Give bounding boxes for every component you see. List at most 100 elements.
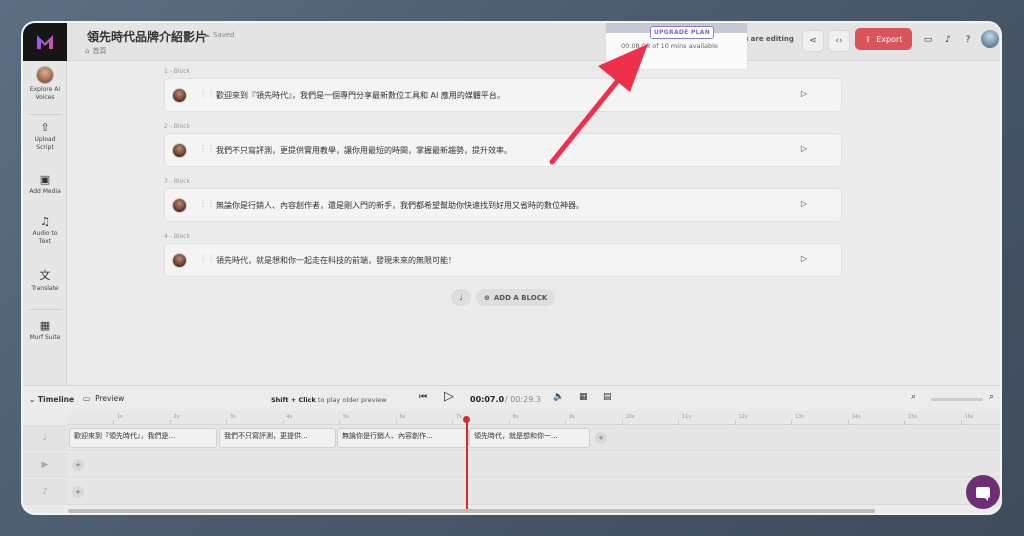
speaker-avatar[interactable] (172, 88, 187, 103)
murf-logo[interactable] (23, 23, 67, 61)
suite-icon: ▦ (39, 319, 51, 332)
export-button[interactable]: ⇪ Export (855, 28, 912, 50)
timeline-scrollbar[interactable] (68, 509, 875, 513)
shift-click-hint: Shift + Click to play older preview (271, 396, 387, 404)
sidebar-item-label: Upload Script (34, 136, 56, 151)
block-label: 3 - Block (164, 178, 191, 185)
block-text[interactable]: 歡迎來到『領先時代』，我們是一個專門分享最新數位工具和 AI 應用的媒體平台。 (216, 90, 505, 101)
preview-button[interactable]: ▭ Preview (83, 394, 124, 403)
play-icon[interactable]: ▷ (801, 89, 807, 98)
upgrade-plan-button[interactable]: UPGRADE PLAN (650, 26, 714, 39)
sidebar-item-label: Audio to Text (32, 230, 58, 245)
zoom-in-icon[interactable]: ⌕ (989, 392, 994, 402)
sidebar-item-translate[interactable]: 文 Translate (23, 267, 67, 293)
speaker-avatar[interactable] (172, 253, 187, 268)
block-text[interactable]: 無論你是行銷人、內容創作者，還是剛入門的新手，我們都希望幫助你快速找到好用又省時… (216, 200, 584, 211)
code-icon: ‹› (835, 36, 843, 46)
export-label: Export (876, 34, 903, 44)
timeline-ruler[interactable]: 1s 2s 3s 4s 5s 6s 7s 8s 9s 10s 11s 12s 13s 14s 15s 16s (67, 411, 1000, 425)
breadcrumb[interactable]: ⌂ 首頁 (85, 46, 106, 56)
add-clip-icon[interactable]: + (595, 432, 607, 444)
shift-hint-rest: to play older preview (315, 396, 387, 404)
script-block[interactable]: ⋮⋮ 我們不只寫評測，更提供實用教學，讓你用最短的時間，掌握最新趨勢，提升效率。… (164, 133, 842, 167)
zoom-out-icon[interactable]: ⌕ (911, 392, 916, 402)
sidebar-item-label: Translate (31, 285, 59, 292)
current-time: 00:07.0 (470, 395, 505, 404)
add-music-icon[interactable]: + (72, 486, 84, 498)
sidebar-item-upload-script[interactable]: ⇧ Upload Script (23, 121, 67, 152)
ruler-tick-label: 3s (230, 414, 236, 420)
comment-button[interactable]: ▭ (921, 33, 935, 47)
skip-back-icon[interactable]: ⏮ (419, 392, 427, 402)
shift-hint-bold: Shift + Click (271, 396, 316, 404)
block-label: 4 - Block (164, 233, 191, 240)
sidebar-item-audio-to-text[interactable]: ♫ Audio to Text (23, 215, 67, 246)
drag-handle-icon[interactable]: ⋮⋮ (199, 254, 215, 263)
play-icon[interactable]: ▷ (801, 199, 807, 208)
translate-icon: 文 (39, 269, 51, 282)
ruler-tick-label: 4s (286, 414, 293, 420)
logo-icon (37, 35, 53, 49)
chat-support-button[interactable] (966, 475, 1000, 509)
ruler-tick-label: 5s (343, 414, 349, 420)
script-block[interactable]: ⋮⋮ 歡迎來到『領先時代』，我們是一個專門分享最新數位工具和 AI 應用的媒體平… (164, 78, 842, 112)
timeline-clip[interactable]: 無論你是行銷人、內容創作... (337, 428, 469, 448)
record-button[interactable]: ♩ (451, 289, 471, 306)
script-block[interactable]: ⋮⋮ 無論你是行銷人、內容創作者，還是剛入門的新手，我們都希望幫助你快速找到好用… (164, 188, 842, 222)
add-block-button[interactable]: ⊕ ADD A BLOCK (476, 289, 556, 306)
ruler-tick-label: 8s (512, 414, 519, 420)
block-text[interactable]: 領先時代，就是想和你一起走在科技的前端，發現未來的無限可能！ (216, 255, 456, 266)
speaker-avatar[interactable] (172, 198, 187, 213)
block-text[interactable]: 我們不只寫評測，更提供實用教學，讓你用最短的時間，掌握最新趨勢，提升效率。 (216, 145, 512, 156)
ruler-tick-label: 1s (117, 414, 123, 420)
ruler-tick-label: 16s (964, 414, 974, 420)
help-button[interactable]: ? (961, 33, 975, 47)
zoom-slider[interactable] (931, 398, 983, 401)
ruler-tick-label: 2s (173, 414, 180, 420)
speaker-avatar[interactable] (172, 143, 187, 158)
volume-icon[interactable]: 🔈 (553, 392, 564, 402)
timeline-toggle[interactable]: ⌄ Timeline (29, 395, 74, 404)
drag-handle-icon[interactable]: ⋮⋮ (199, 144, 215, 153)
timeline-clip[interactable]: 領先時代，就是想和你一... (469, 428, 590, 448)
ruler-tick-label: 12s (738, 414, 748, 420)
sidebar-divider (29, 114, 61, 115)
play-icon[interactable]: ▷ (801, 254, 807, 263)
captions-icon[interactable]: ▤ (603, 392, 612, 402)
share-button[interactable]: ⋖ (802, 30, 824, 52)
media-icon: ▣ (39, 173, 51, 186)
add-video-icon[interactable]: + (72, 459, 84, 471)
clapper-icon[interactable]: ▦ (579, 392, 588, 402)
timeline-header: ⌄ Timeline ▭ Preview Shift + Click to pl… (23, 385, 1000, 411)
notification-button[interactable]: ♪ (941, 33, 955, 47)
left-sidebar: Explore AI Voices ⇧ Upload Script ▣ Add … (23, 61, 67, 385)
sidebar-item-label: Explore AI Voices (29, 86, 61, 101)
timeline-clip[interactable]: 歡迎來到『領先時代』，我們是... (69, 428, 217, 448)
playhead[interactable] (466, 418, 468, 509)
drag-handle-icon[interactable]: ⋮⋮ (199, 199, 215, 208)
script-block[interactable]: ⋮⋮ 領先時代，就是想和你一起走在科技的前端，發現未來的無限可能！ ▷ (164, 243, 842, 277)
play-main-icon[interactable]: ▷ (444, 389, 454, 404)
video-track: ▶ + (23, 452, 1000, 478)
drag-handle-icon[interactable]: ⋮⋮ (199, 89, 215, 98)
play-icon[interactable]: ▷ (801, 144, 807, 153)
voice-avatar (36, 66, 54, 84)
user-avatar[interactable] (981, 30, 999, 48)
sidebar-item-add-media[interactable]: ▣ Add Media (23, 173, 67, 196)
music-icon: ♪ (23, 479, 67, 505)
add-block-row: ♩ ⊕ ADD A BLOCK (451, 289, 556, 306)
track-mic-icon: ♩ (23, 425, 67, 451)
project-title[interactable]: 領先時代品牌介紹影片 (87, 28, 207, 45)
embed-button[interactable]: ‹› (828, 30, 850, 52)
sidebar-item-explore-voices[interactable]: Explore AI Voices (23, 66, 67, 102)
sidebar-item-murf-suite[interactable]: ▦ Murf Suite (23, 319, 67, 342)
total-time: / 00:29.3 (505, 395, 541, 404)
timeline-clip[interactable]: 我們不只寫評測，更提供... (219, 428, 336, 448)
mic-icon: ♩ (459, 293, 463, 302)
music-track: ♪ + (23, 479, 1000, 505)
ruler-tick-label: 9s (569, 414, 575, 420)
ruler-tick-label: 11s (682, 414, 691, 420)
breadcrumb-home[interactable]: 首頁 (92, 46, 106, 56)
block-label: 2 - Block (164, 123, 191, 130)
comment-icon: ▭ (923, 35, 933, 45)
